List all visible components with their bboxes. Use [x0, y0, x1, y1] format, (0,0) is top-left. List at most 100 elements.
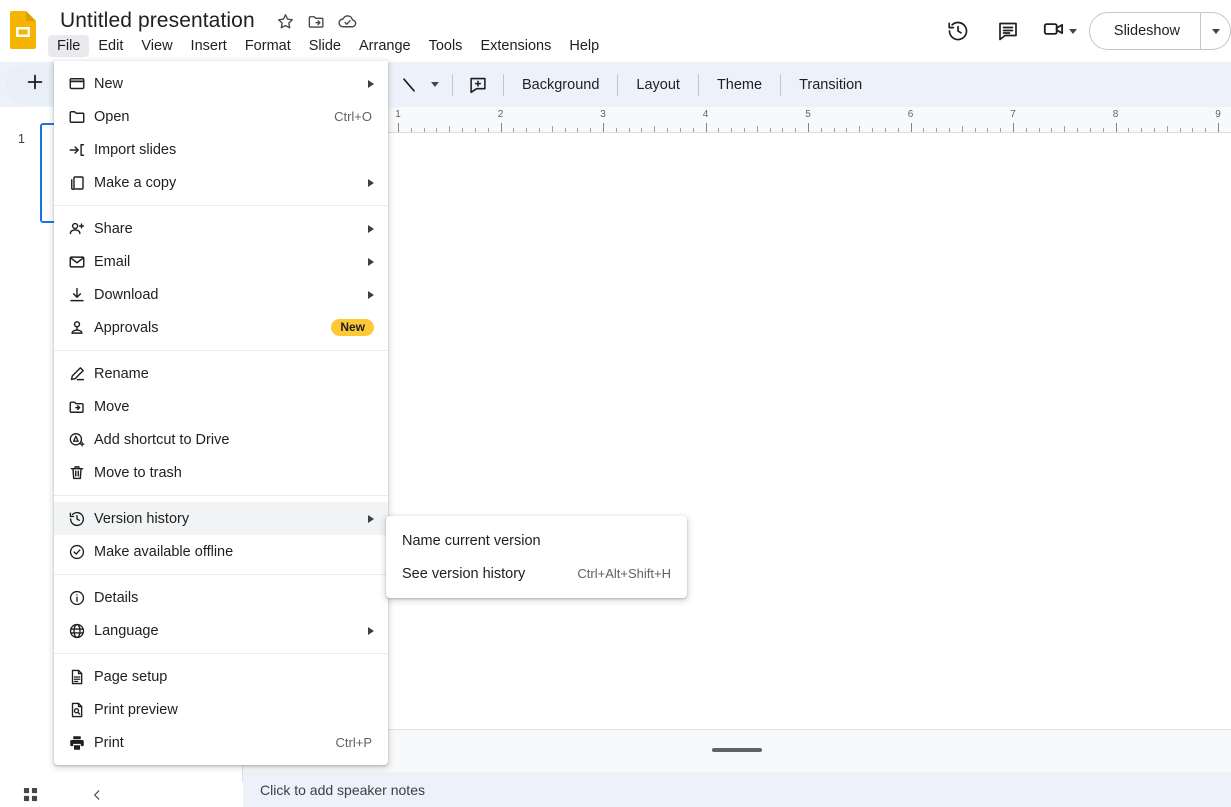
meet-button[interactable] [1041, 16, 1077, 47]
layout-button[interactable]: Layout [626, 72, 690, 98]
submenu-item-name-current-version[interactable]: Name current version [386, 524, 687, 557]
toolbar-separator [697, 73, 699, 96]
file-menu-item-download[interactable]: Download [54, 278, 388, 311]
plus-icon [24, 71, 46, 98]
file-menu-item-make-available-offline[interactable]: Make available offline [54, 535, 388, 568]
file-menu-item-share[interactable]: Share [54, 212, 388, 245]
copy-icon [68, 174, 94, 192]
version-history-icon [68, 510, 94, 528]
submenu-label: See version history [402, 565, 526, 582]
file-menu-item-email[interactable]: Email [54, 245, 388, 278]
menu-insert[interactable]: Insert [182, 35, 236, 57]
comment-icon[interactable] [988, 11, 1028, 51]
file-menu-item-new[interactable]: New [54, 67, 388, 100]
file-menu-item-open[interactable]: Open Ctrl+O [54, 100, 388, 133]
file-menu-label: Download [94, 286, 159, 303]
speaker-notes-pane[interactable]: Click to add speaker notes [243, 772, 1231, 807]
document-title[interactable]: Untitled presentation [56, 8, 259, 34]
ruler-tick [1064, 126, 1065, 132]
ruler-tick [782, 128, 783, 132]
file-menu-item-page-setup[interactable]: Page setup [54, 660, 388, 693]
slide-editor-area[interactable] [243, 133, 1231, 729]
menu-tools[interactable]: Tools [420, 35, 472, 57]
ruler-tick [1167, 126, 1168, 132]
file-menu-label: Open [94, 108, 130, 125]
file-menu-item-move-to-trash[interactable]: Move to trash [54, 456, 388, 489]
ruler-tick [1154, 128, 1155, 132]
submenu-arrow-icon [368, 626, 374, 635]
file-menu-item-print[interactable]: Print Ctrl+P [54, 726, 388, 759]
ruler-tick [770, 128, 771, 132]
ruler-label: 6 [907, 109, 914, 120]
cloud-saved-icon[interactable] [337, 10, 359, 32]
slideshow-options-button[interactable] [1201, 12, 1231, 50]
line-icon[interactable] [392, 68, 426, 102]
background-button[interactable]: Background [512, 72, 609, 98]
horizontal-ruler[interactable]: 1 2 3 4 5 6 7 8 9 [243, 107, 1231, 133]
ruler-tick [552, 126, 553, 132]
menu-separator [54, 350, 388, 351]
menu-extensions[interactable]: Extensions [471, 35, 560, 57]
version-history-submenu: Name current version See version history… [386, 516, 687, 598]
slideshow-button[interactable]: Slideshow [1088, 12, 1201, 50]
menu-view[interactable]: View [132, 35, 181, 57]
file-menu-item-make-a-copy[interactable]: Make a copy [54, 166, 388, 199]
star-icon[interactable] [275, 10, 297, 32]
line-options-chevron-down-icon[interactable] [426, 68, 444, 102]
menu-arrange[interactable]: Arrange [350, 35, 420, 57]
submenu-arrow-icon [368, 514, 374, 523]
ruler-tick [975, 128, 976, 132]
menu-help[interactable]: Help [560, 35, 608, 57]
file-menu-item-add-shortcut-to-drive[interactable]: Add shortcut to Drive [54, 423, 388, 456]
rename-pencil-icon [68, 365, 94, 383]
toolbar-separator [452, 73, 453, 96]
file-menu-item-version-history[interactable]: Version history [54, 502, 388, 535]
file-menu-label: Language [94, 622, 159, 639]
transition-button[interactable]: Transition [789, 72, 872, 98]
notes-resize-area[interactable] [243, 730, 1231, 772]
file-menu-label: Move to trash [94, 464, 182, 481]
theme-button[interactable]: Theme [707, 72, 772, 98]
comment-box-icon[interactable] [461, 68, 495, 102]
chevron-down-icon[interactable] [1068, 28, 1077, 34]
slide-number: 1 [18, 132, 25, 146]
notes-drag-handle[interactable] [712, 748, 762, 752]
menu-format[interactable]: Format [236, 35, 300, 57]
menu-edit[interactable]: Edit [89, 35, 132, 57]
ruler-tick [846, 128, 847, 132]
grid-view-icon[interactable] [15, 782, 45, 807]
menu-file[interactable]: File [48, 35, 90, 57]
file-menu-label: Print [94, 734, 124, 751]
move-to-folder-icon[interactable] [306, 10, 328, 32]
submenu-arrow-icon [368, 224, 374, 233]
ruler-tick [1192, 128, 1193, 132]
ruler-tick [706, 123, 707, 132]
ruler-tick [808, 123, 809, 132]
file-menu-label: Version history [94, 510, 190, 527]
menu-slide[interactable]: Slide [300, 35, 350, 57]
file-menu-item-import-slides[interactable]: Import slides [54, 133, 388, 166]
menu-separator [54, 574, 388, 575]
file-menu-item-move[interactable]: Move [54, 390, 388, 423]
slides-logo-icon [8, 10, 38, 50]
file-menu-item-print-preview[interactable]: Print preview [54, 693, 388, 726]
toolbar-right-group: Background Layout Theme Transition [392, 68, 872, 102]
menu-separator [54, 653, 388, 654]
ruler-label: 3 [600, 109, 606, 120]
ruler-tick [1000, 128, 1001, 132]
submenu-item-see-version-history[interactable]: See version history Ctrl+Alt+Shift+H [386, 557, 687, 590]
file-menu-item-approvals[interactable]: Approvals New [54, 311, 388, 344]
file-menu-shortcut: Ctrl+O [334, 109, 372, 124]
ruler-tick [539, 128, 540, 132]
ruler-tick [821, 128, 822, 132]
file-menu-item-rename[interactable]: Rename [54, 357, 388, 390]
version-history-icon[interactable] [938, 11, 978, 51]
chevron-left-icon[interactable] [82, 782, 112, 807]
file-menu-shortcut: Ctrl+P [335, 735, 372, 750]
ruler-tick [449, 126, 450, 132]
file-menu-item-details[interactable]: Details [54, 581, 388, 614]
file-menu-label: Approvals [94, 319, 159, 336]
file-menu-item-language[interactable]: Language [54, 614, 388, 647]
add-shortcut-drive-icon [68, 431, 94, 449]
approvals-icon [68, 319, 94, 337]
